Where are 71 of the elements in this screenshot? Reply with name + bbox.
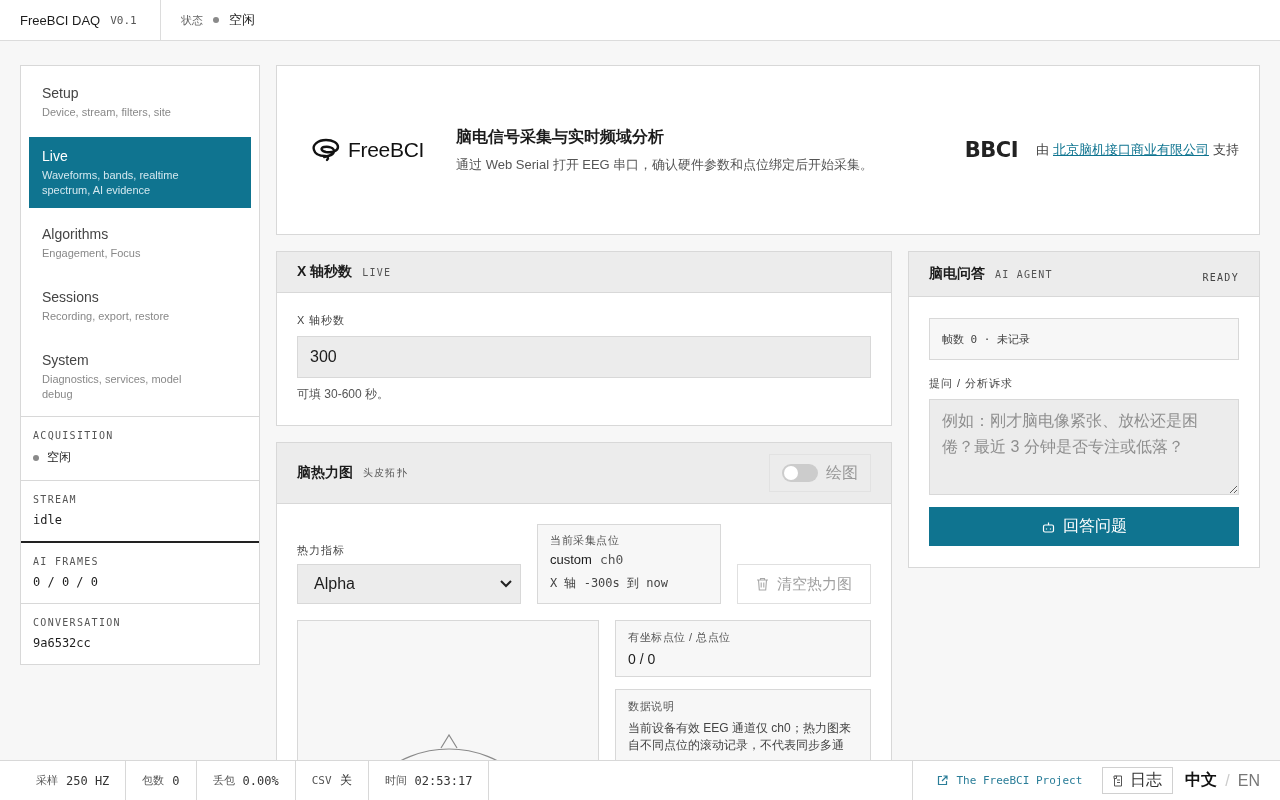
status-dot [213,17,219,23]
nav-item[interactable]: System Diagnostics, services, model debug [29,341,251,412]
field-label: X 轴秒数 [297,313,347,328]
stat-value: 空闲 [47,449,71,466]
document-icon [1113,774,1125,787]
status-dot [33,454,39,461]
stat-label: ACQUISITION [33,430,115,441]
sponsor-text: 由 [1036,141,1049,159]
status-label: 时间 [384,773,407,788]
nav-item[interactable]: Live Waveforms, bands, realtime spectrum, AI evidence [29,137,251,208]
status-value: 空闲 [229,11,255,29]
status-label: 采样 [36,773,58,788]
status-label: CSV [311,774,332,787]
data-note: 当前设备有效 EEG 通道仅 ch0；热力图来自不同点位的滚动记录，不代表同步多通 [628,720,852,754]
stat-value: idle [33,513,63,527]
panel-title: 脑电问答 [929,265,985,283]
card-label: 数据说明 [628,699,675,714]
nav-item[interactable]: Sessions Recording, export, restore [29,278,251,334]
log-button[interactable]: 日志 [1102,767,1174,794]
frame-status: 帧数 0 · 未记录 [929,318,1239,360]
project-link[interactable]: The FreeBCI Project [937,774,1083,787]
logo-text: FreeBCI [348,138,425,162]
status-value: 0.00% [242,773,279,788]
toggle-label: 绘图 [826,462,858,483]
field-label: 提问 / 分析诉求 [929,376,1015,391]
stat-label: STREAM [33,494,78,505]
metric-dropdown[interactable]: Alpha [297,564,521,604]
chevron-down-icon [500,580,512,588]
status-value: 关 [339,772,352,789]
status-value: 250 HZ [66,773,110,788]
time-range: X 轴 -300s 到 now [550,575,669,592]
language-option[interactable]: EN [1237,771,1260,790]
panel-tag: AI AGENT [995,268,1053,280]
version-label: V0.1 [110,13,137,27]
stat-label: CONVERSATION [33,617,122,628]
field-label: 热力指标 [297,543,346,558]
status-label: 状态 [181,12,203,28]
site-name: custom [550,552,592,567]
status-value: 0 [172,773,180,788]
agent-status: READY [1202,271,1239,283]
external-link-icon [937,775,949,786]
sponsor-link[interactable]: 北京脑机接口商业有限公司 [1053,141,1209,159]
robot-icon [1041,520,1055,533]
language-option[interactable]: 中文 [1185,770,1218,791]
panel-tag: LIVE [362,266,392,278]
status-label: 丢包 [212,773,235,788]
card-label: 有坐标点位 / 总点位 [628,630,732,645]
nav-item[interactable]: Setup Device, stream, filters, site [29,74,251,130]
answer-button[interactable]: 回答问题 [929,507,1239,546]
page-title: 脑电信号采集与实时频域分析 [456,126,666,147]
language-separator: / [1225,771,1230,790]
stat-value: 0 / 0 / 0 [33,575,100,589]
field-hint: 可填 30-600 秒。 [297,386,391,403]
nav-item[interactable]: Algorithms Engagement, Focus [29,215,251,271]
input-field[interactable]: 300 [297,336,871,378]
point-count: 0 / 0 [628,651,657,667]
stat-label: AI FRAMES [33,556,100,567]
page-description: 通过 Web Serial 打开 EEG 串口，确认硬件参数和点位绑定后开始采集。 [456,155,874,174]
card-label: 当前采集点位 [550,533,620,548]
app-title: FreeBCI DAQ [20,12,101,28]
trash-icon [756,577,769,591]
stat-value: 9a6532cc [33,636,92,650]
status-label: 包数 [142,773,165,788]
panel-tag: 头皮拓扑 [363,466,408,480]
partner-logo: BBCI [964,138,1018,162]
channel-name: ch0 [599,552,624,567]
sponsor-text: 支持 [1213,141,1239,159]
panel-title: X 轴秒数 [297,263,353,281]
status-value: 02:53:17 [414,773,473,788]
question-field[interactable]: 例如：刚才脑电像紧张、放松还是困倦？最近 3 分钟是否专注或低落？ [929,399,1239,495]
panel-title: 脑热力图 [297,464,353,482]
